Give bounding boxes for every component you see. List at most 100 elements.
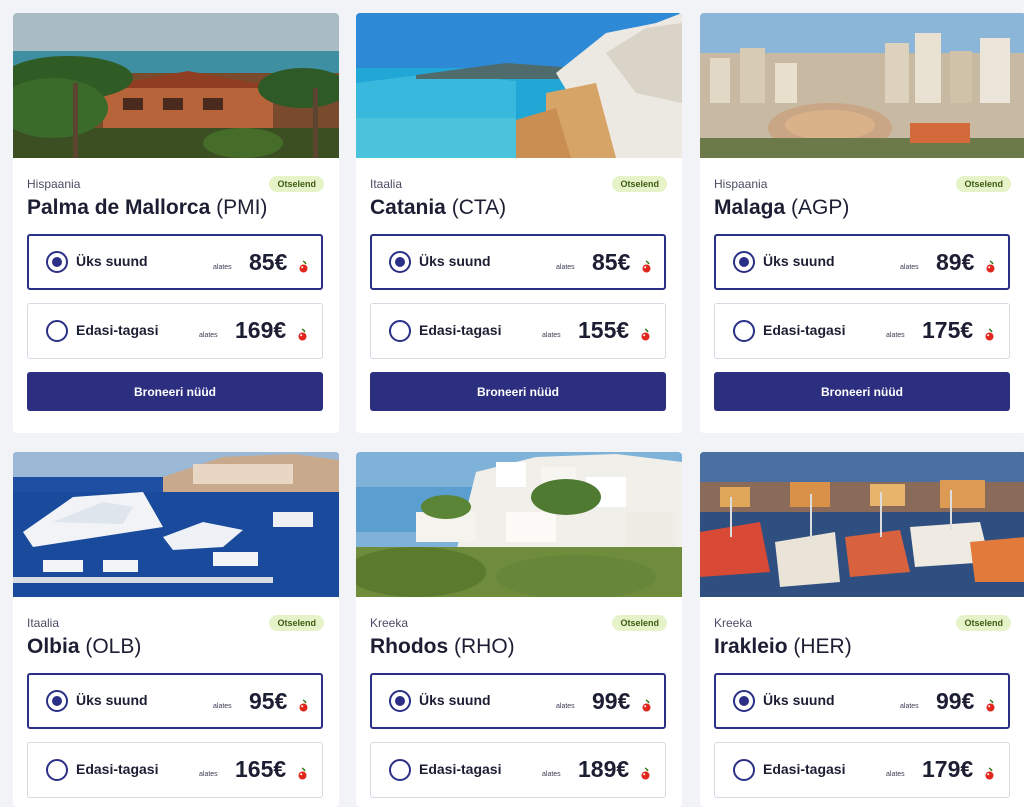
- radio-selected-icon[interactable]: [46, 251, 68, 273]
- round-trip-option[interactable]: Edasi-tagasi alates 169€: [27, 303, 323, 359]
- cherry-icon: [299, 260, 308, 273]
- one-way-label: Üks suund: [763, 692, 835, 708]
- cherry-icon: [986, 699, 995, 712]
- cherry-icon: [985, 328, 994, 341]
- destination-card: Kreeka Otselend Rhodos (RHO) Üks suund a…: [356, 452, 682, 807]
- cherry-icon: [985, 767, 994, 780]
- round-trip-label: Edasi-tagasi: [419, 322, 502, 338]
- round-trip-price: 169€: [235, 317, 287, 343]
- cherry-icon: [641, 767, 650, 780]
- airport-code: (AGP): [791, 196, 850, 219]
- destination-photo[interactable]: [13, 13, 339, 158]
- destination-photo[interactable]: [700, 13, 1024, 158]
- book-now-button[interactable]: Broneeri nüüd: [370, 372, 666, 411]
- one-way-option[interactable]: Üks suund alates 99€: [714, 673, 1010, 729]
- airport-code: (OLB): [85, 635, 142, 658]
- airport-code: (HER): [793, 635, 852, 658]
- from-label: alates: [886, 332, 905, 339]
- cherry-icon: [299, 699, 308, 712]
- radio-unselected-icon[interactable]: [733, 759, 755, 781]
- from-label: alates: [213, 703, 232, 710]
- round-trip-price: 155€: [578, 317, 630, 343]
- round-trip-label: Edasi-tagasi: [763, 761, 846, 777]
- airport-code: (PMI): [216, 196, 268, 219]
- one-way-option[interactable]: Üks suund alates 95€: [27, 673, 323, 729]
- radio-unselected-icon[interactable]: [733, 320, 755, 342]
- from-label: alates: [213, 264, 232, 271]
- destination-photo[interactable]: [356, 452, 682, 597]
- round-trip-label: Edasi-tagasi: [76, 322, 159, 338]
- round-trip-price: 165€: [235, 756, 287, 782]
- one-way-label: Üks suund: [419, 692, 491, 708]
- cherry-icon: [641, 328, 650, 341]
- cherry-icon: [986, 260, 995, 273]
- destination-title: Irakleio (HER): [714, 635, 852, 659]
- direct-flight-badge: Otselend: [269, 615, 324, 631]
- round-trip-label: Edasi-tagasi: [419, 761, 502, 777]
- destination-title: Olbia (OLB): [27, 635, 141, 659]
- radio-selected-icon[interactable]: [389, 251, 411, 273]
- one-way-label: Üks suund: [763, 253, 835, 269]
- book-now-button[interactable]: Broneeri nüüd: [27, 372, 323, 411]
- one-way-price: 89€: [936, 249, 975, 275]
- round-trip-price: 175€: [922, 317, 974, 343]
- direct-flight-badge: Otselend: [612, 176, 667, 192]
- destination-title: Rhodos (RHO): [370, 635, 515, 659]
- one-way-option[interactable]: Üks suund alates 99€: [370, 673, 666, 729]
- round-trip-option[interactable]: Edasi-tagasi alates 155€: [370, 303, 666, 359]
- round-trip-price: 189€: [578, 756, 630, 782]
- round-trip-option[interactable]: Edasi-tagasi alates 179€: [714, 742, 1010, 798]
- city-name: Malaga: [714, 196, 786, 219]
- direct-flight-badge: Otselend: [612, 615, 667, 631]
- one-way-label: Üks suund: [76, 692, 148, 708]
- country-label: Hispaania: [714, 177, 768, 191]
- destination-photo[interactable]: [700, 452, 1024, 597]
- cherry-icon: [642, 699, 651, 712]
- country-label: Itaalia: [370, 177, 403, 191]
- radio-unselected-icon[interactable]: [389, 759, 411, 781]
- round-trip-option[interactable]: Edasi-tagasi alates 189€: [370, 742, 666, 798]
- one-way-label: Üks suund: [76, 253, 148, 269]
- one-way-price: 85€: [592, 249, 631, 275]
- destination-photo[interactable]: [13, 452, 339, 597]
- country-label: Kreeka: [714, 616, 753, 630]
- from-label: alates: [542, 332, 561, 339]
- radio-unselected-icon[interactable]: [389, 320, 411, 342]
- city-name: Rhodos: [370, 635, 449, 658]
- round-trip-label: Edasi-tagasi: [763, 322, 846, 338]
- direct-flight-badge: Otselend: [956, 176, 1011, 192]
- cherry-icon: [298, 767, 307, 780]
- destination-card: Kreeka Otselend Irakleio (HER) Üks suund…: [700, 452, 1024, 807]
- radio-selected-icon[interactable]: [46, 690, 68, 712]
- from-label: alates: [900, 264, 919, 271]
- cherry-icon: [642, 260, 651, 273]
- book-now-button[interactable]: Broneeri nüüd: [714, 372, 1010, 411]
- from-label: alates: [199, 771, 218, 778]
- from-label: alates: [199, 332, 218, 339]
- destination-title: Palma de Mallorca (PMI): [27, 196, 267, 220]
- city-name: Irakleio: [714, 635, 788, 658]
- radio-selected-icon[interactable]: [733, 690, 755, 712]
- country-label: Kreeka: [370, 616, 409, 630]
- radio-selected-icon[interactable]: [389, 690, 411, 712]
- round-trip-option[interactable]: Edasi-tagasi alates 165€: [27, 742, 323, 798]
- round-trip-option[interactable]: Edasi-tagasi alates 175€: [714, 303, 1010, 359]
- country-label: Itaalia: [27, 616, 60, 630]
- one-way-option[interactable]: Üks suund alates 85€: [370, 234, 666, 290]
- one-way-option[interactable]: Üks suund alates 85€: [27, 234, 323, 290]
- country-label: Hispaania: [27, 177, 81, 191]
- one-way-option[interactable]: Üks suund alates 89€: [714, 234, 1010, 290]
- airport-code: (RHO): [454, 635, 515, 658]
- one-way-price: 95€: [249, 688, 288, 714]
- from-label: alates: [556, 264, 575, 271]
- cherry-icon: [298, 328, 307, 341]
- radio-unselected-icon[interactable]: [46, 320, 68, 342]
- radio-unselected-icon[interactable]: [46, 759, 68, 781]
- destination-card: Hispaania Otselend Palma de Mallorca (PM…: [13, 13, 339, 433]
- one-way-price: 85€: [249, 249, 288, 275]
- round-trip-label: Edasi-tagasi: [76, 761, 159, 777]
- radio-selected-icon[interactable]: [733, 251, 755, 273]
- destination-photo[interactable]: [356, 13, 682, 158]
- destination-title: Catania (CTA): [370, 196, 506, 220]
- airport-code: (CTA): [451, 196, 507, 219]
